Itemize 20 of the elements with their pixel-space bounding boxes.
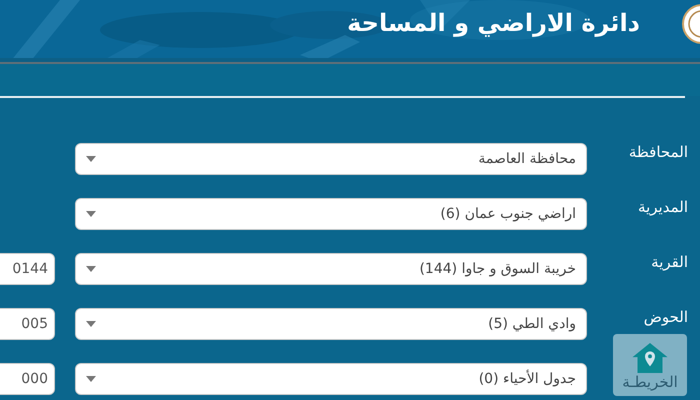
code-field[interactable]: 005 [0, 308, 55, 340]
dropdown[interactable]: خريبة السوق و جاوا (144) [75, 253, 587, 285]
caret-icon [86, 321, 96, 327]
caret-icon [86, 211, 96, 217]
code-field[interactable]: 0144 [0, 253, 55, 285]
dropdown[interactable]: جدول الأحياء (0) [75, 363, 587, 395]
dropdown[interactable]: محافظة العاصمة [75, 143, 587, 175]
code-field[interactable]: 000 [0, 363, 55, 395]
caret-icon [86, 156, 96, 162]
field-label: المديرية [638, 197, 688, 218]
field-label: الحوض [644, 307, 688, 328]
dropdown[interactable]: وادي الطي (5) [75, 308, 587, 340]
home-location-icon [632, 343, 668, 374]
dropdown[interactable]: اراضي جنوب عمان (6) [75, 198, 587, 230]
caret-icon [86, 266, 96, 272]
caret-icon [86, 376, 96, 382]
field-label: القرية [651, 252, 688, 273]
site-title: دائرة الاراضي و المساحة [347, 8, 640, 39]
logo-icon [680, 4, 700, 44]
field-label: المحافظة [628, 142, 688, 163]
